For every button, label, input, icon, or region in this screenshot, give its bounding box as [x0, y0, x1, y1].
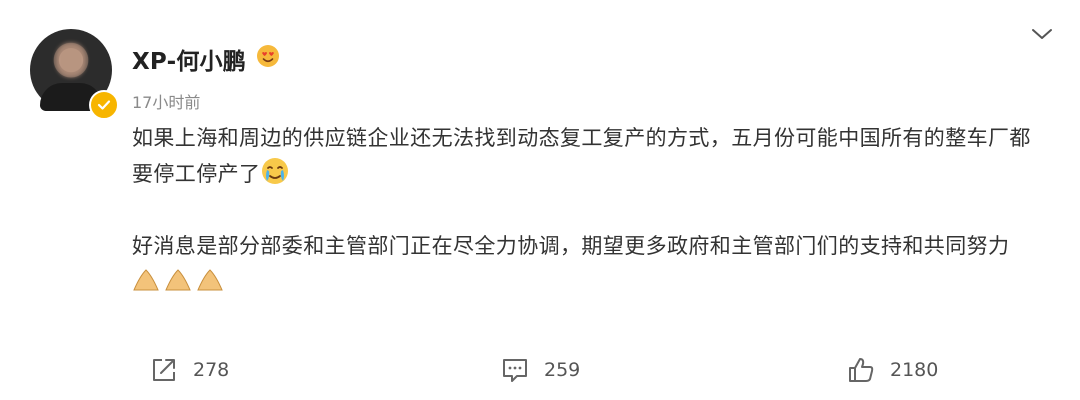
- repost-button[interactable]: 278: [149, 352, 229, 388]
- comment-count: 259: [544, 359, 581, 381]
- repost-count: 278: [193, 359, 230, 381]
- like-button[interactable]: 2180: [846, 352, 938, 388]
- post-paragraph-2-text: 好消息是部分部委和主管部门正在尽全力协调，期望更多政府和主管部门们的支持和共同努…: [132, 234, 1010, 258]
- post-actions: 278 259 2180: [0, 352, 1080, 388]
- post-paragraph-1: 如果上海和周边的供应链企业还无法找到动态复工复产的方式，五月份可能中国所有的整车…: [132, 120, 1047, 192]
- praying-hands-emoji-icon: [133, 269, 223, 291]
- comment-icon: [503, 359, 527, 382]
- author-name[interactable]: XP-何小鹏: [132, 42, 246, 76]
- avatar-face: [56, 43, 86, 77]
- comment-button[interactable]: 259: [500, 352, 580, 388]
- post-paragraph-2: 好消息是部分部委和主管部门正在尽全力协调，期望更多政府和主管部门们的支持和共同努…: [132, 228, 1047, 300]
- crying-emoji-icon: [262, 158, 289, 184]
- verified-badge-icon: [89, 90, 119, 120]
- post-time[interactable]: 17小时前: [132, 89, 200, 113]
- post-content: 如果上海和周边的供应链企业还无法找到动态复工复产的方式，五月份可能中国所有的整车…: [132, 120, 1047, 300]
- share-icon: [153, 359, 175, 381]
- like-count: 2180: [890, 359, 939, 381]
- heart-eyes-emoji-icon: [257, 45, 279, 67]
- thumbs-up-icon: [849, 358, 874, 382]
- chevron-down-icon[interactable]: [1030, 26, 1054, 42]
